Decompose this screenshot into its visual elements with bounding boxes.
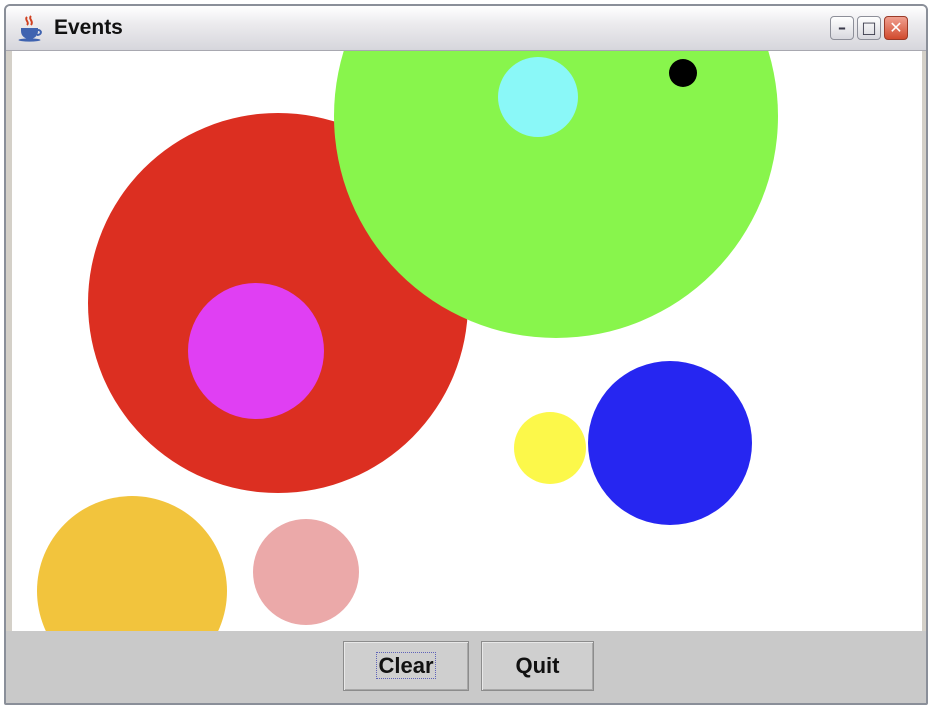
quit-button[interactable]: Quit <box>481 641 594 691</box>
cyan-circle <box>498 57 578 137</box>
button-bar: Clear Quit <box>6 631 926 703</box>
black-circle <box>669 59 697 87</box>
close-button[interactable]: ✕ <box>884 16 908 40</box>
minimize-button[interactable]: – <box>830 16 854 40</box>
pink-circle <box>253 519 359 625</box>
java-cup-icon <box>18 15 42 42</box>
yellow-circle <box>514 412 586 484</box>
title-bar[interactable]: Events – □ ✕ <box>6 6 926 51</box>
clear-button-label: Clear <box>376 652 436 679</box>
maximize-button[interactable]: □ <box>857 16 881 40</box>
quit-button-label: Quit <box>515 653 560 678</box>
circles-drawing <box>37 51 778 631</box>
window-title: Events <box>54 16 123 39</box>
clear-button[interactable]: Clear <box>343 641 469 691</box>
drawing-canvas[interactable] <box>12 51 922 631</box>
blue-circle <box>588 361 752 525</box>
events-window: Events – □ ✕ Clear Quit <box>4 4 928 705</box>
magenta-circle <box>188 283 324 419</box>
orange-circle <box>37 496 227 631</box>
